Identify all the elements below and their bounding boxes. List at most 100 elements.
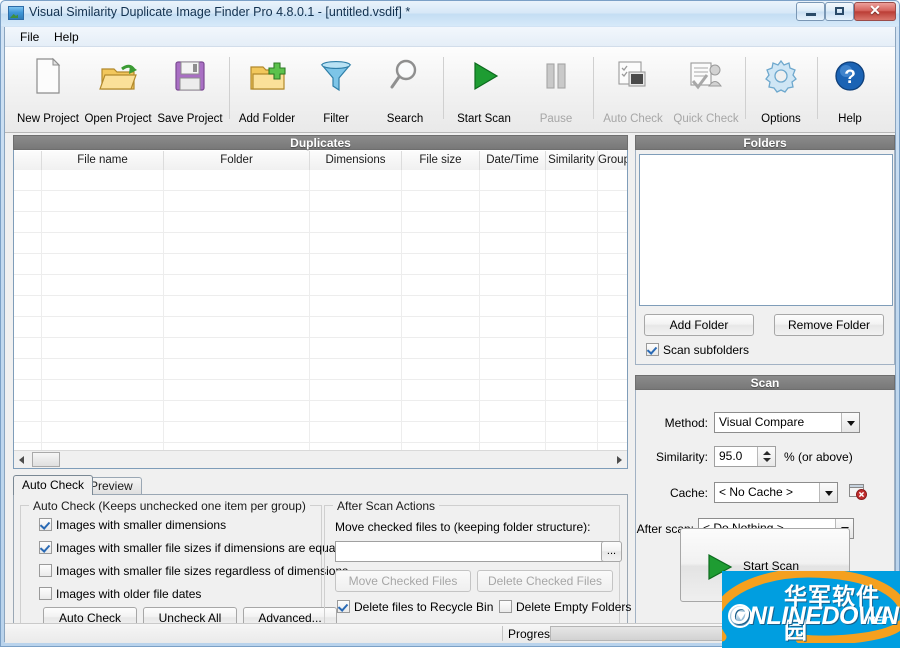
similarity-spinner[interactable]: 95.0 [714, 446, 776, 467]
clear-cache-icon[interactable] [849, 484, 867, 500]
checkbox-smaller-dimensions[interactable] [39, 518, 52, 531]
table-row[interactable] [14, 170, 627, 191]
table-cell [14, 401, 598, 421]
close-button[interactable]: ✕ [854, 2, 896, 21]
column-header-file-name[interactable]: File name [42, 151, 164, 170]
table-row[interactable] [14, 338, 627, 359]
chevron-down-icon[interactable] [819, 483, 837, 502]
tab-auto-check[interactable]: Auto Check [13, 475, 93, 495]
toolbar-add-folder-label: Add Folder [231, 113, 303, 125]
toolbar-auto-check-label: Auto Check [595, 113, 671, 125]
menu-bar: File Help [5, 27, 895, 47]
table-row[interactable] [14, 422, 627, 443]
application-window: Visual Similarity Duplicate Image Finder… [0, 0, 900, 647]
toolbar-help-label: Help [819, 113, 881, 125]
delete-checked-files-button[interactable]: Delete Checked Files [477, 570, 613, 592]
column-header-similarity[interactable]: Similarity [546, 151, 598, 170]
spinner-arrows-icon[interactable] [757, 447, 775, 466]
table-row[interactable] [14, 212, 627, 233]
open-folder-icon [97, 55, 139, 97]
table-row[interactable] [14, 443, 627, 450]
column-header-folder[interactable]: Folder [164, 151, 310, 170]
toolbar-filter[interactable]: Filter [305, 51, 367, 127]
option-delete-empty-folders[interactable]: Delete Empty Folders [499, 600, 631, 614]
option-scan-subfolders[interactable]: Scan subfolders [646, 343, 749, 357]
option-smaller-dimensions[interactable]: Images with smaller dimensions [39, 518, 226, 532]
checkbox-delete-to-recycle-bin[interactable] [337, 600, 350, 613]
chevron-down-icon[interactable] [841, 413, 859, 432]
option-older-file-dates-label: Images with older file dates [56, 587, 201, 601]
browse-folder-button[interactable]: ... [601, 541, 622, 562]
table-cell [14, 275, 598, 295]
option-smaller-filesize-any-dims-label: Images with smaller file sizes regardles… [56, 564, 348, 578]
toolbar-search-label: Search [369, 113, 441, 125]
checkbox-scan-subfolders[interactable] [646, 343, 659, 356]
toolbar-open-project-label: Open Project [77, 113, 159, 125]
option-smaller-filesize-equal-dims[interactable]: Images with smaller file sizes if dimens… [39, 541, 338, 555]
option-delete-to-recycle-bin[interactable]: Delete files to Recycle Bin [337, 600, 493, 614]
column-header-date-time[interactable]: Date/Time [480, 151, 546, 170]
toolbar-pause[interactable]: Pause [523, 51, 589, 127]
duplicates-rows[interactable] [14, 170, 627, 450]
toolbar-auto-check[interactable]: Auto Check [595, 51, 671, 127]
toolbar-quick-check-label: Quick Check [667, 113, 745, 125]
toolbar-start-scan[interactable]: Start Scan [445, 51, 523, 127]
toolbar-save-project[interactable]: Save Project [149, 51, 231, 127]
table-cell [14, 359, 598, 379]
toolbar-options[interactable]: Options [747, 51, 815, 127]
folder-plus-icon [246, 55, 288, 97]
option-smaller-dimensions-label: Images with smaller dimensions [56, 518, 226, 532]
toolbar-start-scan-label: Start Scan [445, 113, 523, 125]
cache-value: < No Cache > [719, 485, 793, 499]
table-cell [14, 443, 598, 450]
table-row[interactable] [14, 275, 627, 296]
table-cell [14, 296, 598, 316]
menu-file[interactable]: File [13, 30, 46, 44]
table-row[interactable] [14, 191, 627, 212]
table-row[interactable] [14, 380, 627, 401]
table-row[interactable] [14, 401, 627, 422]
move-destination-input[interactable] [335, 541, 611, 562]
option-delete-empty-folders-label: Delete Empty Folders [516, 600, 631, 614]
table-row[interactable] [14, 254, 627, 275]
checkbox-delete-empty-folders[interactable] [499, 600, 512, 613]
menu-help[interactable]: Help [47, 30, 86, 44]
column-header-group[interactable]: Group [598, 151, 627, 170]
option-smaller-filesize-any-dims[interactable]: Images with smaller file sizes regardles… [39, 564, 348, 578]
move-checked-files-button[interactable]: Move Checked Files [335, 570, 471, 592]
maximize-button[interactable] [825, 2, 854, 21]
toolbar-separator [443, 57, 444, 119]
table-row[interactable] [14, 296, 627, 317]
duplicates-horizontal-scrollbar[interactable] [14, 450, 627, 468]
toolbar-add-folder[interactable]: Add Folder [231, 51, 303, 127]
folders-list[interactable] [639, 154, 893, 306]
column-header-dimensions[interactable]: Dimensions [310, 151, 402, 170]
toolbar-quick-check[interactable]: Quick Check [667, 51, 745, 127]
minimize-button[interactable] [796, 2, 825, 21]
checklist-image-icon [612, 55, 654, 97]
checkbox-older-file-dates[interactable] [39, 587, 52, 600]
cache-combobox[interactable]: < No Cache > [714, 482, 838, 503]
scroll-thumb[interactable] [32, 452, 60, 467]
toolbar-search[interactable]: Search [369, 51, 441, 127]
table-row[interactable] [14, 233, 627, 254]
checkbox-smaller-filesize-any-dims[interactable] [39, 564, 52, 577]
similarity-value: 95.0 [719, 449, 742, 463]
checkbox-smaller-filesize-equal-dims[interactable] [39, 541, 52, 554]
remove-folder-button[interactable]: Remove Folder [774, 314, 884, 336]
table-row[interactable] [14, 359, 627, 380]
method-combobox[interactable]: Visual Compare [714, 412, 860, 433]
column-header-checkbox[interactable] [14, 151, 42, 170]
toolbar-help[interactable]: ? Help [819, 51, 881, 127]
table-row[interactable] [14, 317, 627, 338]
scroll-left-arrow-icon[interactable] [14, 451, 30, 468]
close-icon: ✕ [855, 2, 895, 19]
toolbar-open-project[interactable]: Open Project [77, 51, 159, 127]
duplicates-panel: Duplicates File name Folder Dimensions F… [13, 135, 628, 469]
option-older-file-dates[interactable]: Images with older file dates [39, 587, 201, 601]
scroll-right-arrow-icon[interactable] [611, 451, 627, 468]
add-folder-button[interactable]: Add Folder [644, 314, 754, 336]
move-checked-files-label: Move checked files to (keeping folder st… [335, 520, 590, 534]
column-header-file-size[interactable]: File size [402, 151, 480, 170]
watermark-tld-text: .NET [864, 615, 889, 627]
